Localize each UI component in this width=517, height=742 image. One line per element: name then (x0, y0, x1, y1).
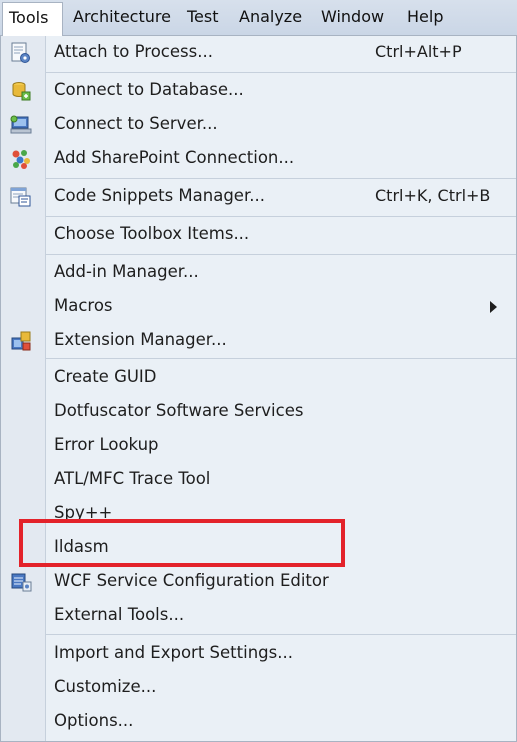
separator (46, 72, 516, 73)
menu-bar: Tools Architecture Test Analyze Window H… (0, 0, 517, 36)
menu-item-choose-toolbox-items[interactable]: Choose Toolbox Items... (1, 218, 516, 252)
menu-test[interactable]: Test (181, 2, 225, 32)
extension-manager-icon (11, 331, 31, 351)
separator (46, 178, 516, 179)
menu-item-label: Connect to Database... (54, 80, 244, 99)
menu-item-label: Choose Toolbox Items... (54, 224, 250, 243)
menu-item-label: Import and Export Settings... (54, 643, 293, 662)
menu-item-label: External Tools... (54, 605, 185, 624)
sharepoint-icon (12, 150, 30, 169)
separator (46, 634, 516, 635)
menu-item-ildasm[interactable]: Ildasm (1, 531, 516, 565)
menu-help[interactable]: Help (401, 2, 449, 32)
menu-item-import-export-settings[interactable]: Import and Export Settings... (1, 637, 516, 671)
menu-item-add-sharepoint-connection[interactable]: Add SharePoint Connection... (1, 142, 516, 176)
menu-item-error-lookup[interactable]: Error Lookup (1, 429, 516, 463)
menu-item-connect-to-database[interactable]: Connect to Database... (1, 74, 516, 108)
wcf-config-icon (11, 573, 32, 592)
menu-item-spy-plus-plus[interactable]: Spy++ (1, 497, 516, 531)
menu-item-customize[interactable]: Customize... (1, 671, 516, 705)
database-connect-icon (12, 82, 31, 101)
menu-item-label: Ildasm (54, 537, 109, 556)
menu-item-label: Options... (54, 711, 134, 730)
menu-item-add-in-manager[interactable]: Add-in Manager... (1, 256, 516, 290)
separator (46, 254, 516, 255)
menu-architecture[interactable]: Architecture (67, 2, 177, 32)
menu-item-code-snippets-manager[interactable]: Code Snippets Manager... Ctrl+K, Ctrl+B (1, 180, 516, 214)
menu-item-label: Dotfuscator Software Services (54, 401, 304, 420)
menu-item-label: Attach to Process... (54, 42, 213, 61)
menu-item-label: Add SharePoint Connection... (54, 148, 295, 167)
menu-item-label: Error Lookup (54, 435, 159, 454)
menu-item-label: Macros (54, 296, 113, 315)
submenu-arrow-icon (490, 301, 497, 313)
menu-item-attach-to-process[interactable]: Attach to Process... Ctrl+Alt+P (1, 36, 516, 70)
menu-item-label: Extension Manager... (54, 330, 227, 349)
menu-item-create-guid[interactable]: Create GUID (1, 361, 516, 395)
menu-item-label: Code Snippets Manager... (54, 186, 265, 205)
code-snippets-icon (10, 187, 31, 207)
menu-tools[interactable]: Tools (2, 2, 63, 36)
menu-analyze[interactable]: Analyze (233, 2, 308, 32)
menu-item-external-tools[interactable]: External Tools... (1, 599, 516, 633)
attach-process-icon (11, 42, 30, 63)
separator (46, 358, 516, 359)
separator (46, 216, 516, 217)
menu-item-options[interactable]: Options... (1, 705, 516, 739)
menu-item-macros[interactable]: Macros (1, 290, 516, 324)
menu-item-label: Spy++ (54, 503, 113, 522)
menu-item-label: Add-in Manager... (54, 262, 199, 281)
menu-item-label: WCF Service Configuration Editor (54, 571, 329, 590)
server-connect-icon (10, 115, 32, 134)
menu-item-extension-manager[interactable]: Extension Manager... (1, 324, 516, 358)
menu-item-label: Create GUID (54, 367, 157, 386)
shortcut-label: Ctrl+K, Ctrl+B (375, 186, 491, 205)
shortcut-label: Ctrl+Alt+P (375, 42, 462, 61)
menu-window[interactable]: Window (315, 2, 390, 32)
menu-item-label: Customize... (54, 677, 157, 696)
menu-item-label: ATL/MFC Trace Tool (54, 469, 211, 488)
menu-item-wcf-service-configuration-editor[interactable]: WCF Service Configuration Editor (1, 565, 516, 599)
menu-item-connect-to-server[interactable]: Connect to Server... (1, 108, 516, 142)
menu-item-dotfuscator-software-services[interactable]: Dotfuscator Software Services (1, 395, 516, 429)
menu-item-label: Connect to Server... (54, 114, 218, 133)
menu-item-atl-mfc-trace-tool[interactable]: ATL/MFC Trace Tool (1, 463, 516, 497)
tools-dropdown-menu: Attach to Process... Ctrl+Alt+P Connect … (0, 35, 517, 742)
